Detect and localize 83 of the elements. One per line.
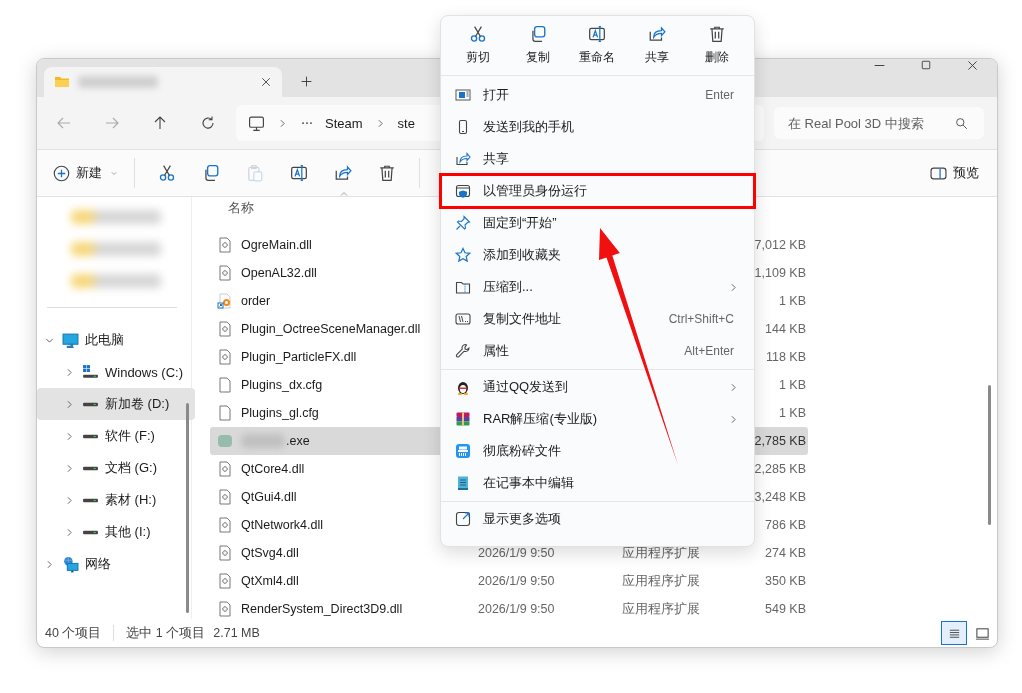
file-name: QtNetwork4.dll bbox=[241, 518, 323, 532]
file-name: OgreMain.dll bbox=[241, 238, 312, 252]
size-cell-text: 549 KB bbox=[764, 601, 807, 618]
file-name: OpenAL32.dll bbox=[241, 266, 317, 280]
quick-action-button[interactable]: 删除 bbox=[687, 16, 747, 75]
quick-action-button[interactable]: 重命名 bbox=[567, 16, 628, 75]
sidebar-item[interactable]: 文档 (G:) bbox=[37, 452, 195, 484]
menu-item[interactable]: 以管理员身份运行 bbox=[445, 175, 750, 207]
file-name-cell[interactable]: QtGui4.dll bbox=[210, 483, 440, 511]
size-cell-text: 7,012 KB bbox=[753, 237, 807, 254]
file-name-cell[interactable]: .exe bbox=[210, 427, 440, 455]
file-name: QtXml4.dll bbox=[241, 574, 299, 588]
quick-action-button[interactable]: 共享 bbox=[627, 16, 688, 75]
new-button[interactable]: 新建 bbox=[45, 158, 124, 188]
size-cell-text: 1,109 KB bbox=[753, 265, 807, 282]
sidebar-item[interactable]: 此电脑 bbox=[37, 324, 195, 356]
search-field[interactable]: 在 Real Pool 3D 中搜索 bbox=[774, 107, 984, 139]
sidebar-item[interactable]: 新加卷 (D:) bbox=[37, 388, 195, 420]
file-name-cell[interactable]: Plugins_gl.cfg bbox=[210, 399, 440, 427]
file-name: QtSvg4.dll bbox=[241, 546, 299, 560]
shortcut-text: Alt+Enter bbox=[684, 344, 734, 358]
selection-size: 2.71 MB bbox=[213, 626, 260, 640]
file-name: Plugin_OctreeSceneManager.dll bbox=[241, 322, 421, 336]
size-cell-text: 274 KB bbox=[764, 545, 807, 562]
menu-item[interactable]: 发送到我的手机 bbox=[445, 111, 750, 143]
size-cell-text: 786 KB bbox=[764, 517, 807, 534]
size-cell-text: 144 KB bbox=[764, 321, 807, 338]
date-cell-text: 2026/1/9 9:50 bbox=[478, 601, 556, 618]
file-name-cell[interactable]: RenderSystem_Direct3D9.dll bbox=[210, 595, 440, 623]
breadcrumb-item[interactable]: Steam bbox=[325, 115, 363, 131]
file-name: order bbox=[241, 294, 271, 308]
sidebar-item[interactable]: Windows (C:) bbox=[37, 356, 195, 388]
file-name-cell[interactable]: Plugin_OctreeSceneManager.dll bbox=[210, 315, 440, 343]
column-header[interactable]: 名称 bbox=[228, 199, 254, 217]
size-cell-text: 3,248 KB bbox=[753, 489, 807, 506]
date-cell-text: 2026/1/9 9:50 bbox=[478, 545, 556, 562]
file-name-cell[interactable]: OgreMain.dll bbox=[210, 231, 440, 259]
file-name: Plugins_gl.cfg bbox=[241, 406, 319, 420]
file-name-cell[interactable]: QtCore4.dll bbox=[210, 455, 440, 483]
sidebar-item[interactable]: 软件 (F:) bbox=[37, 420, 195, 452]
file-name-cell[interactable]: order bbox=[210, 287, 440, 315]
size-cell-text: 1 KB bbox=[777, 405, 807, 422]
quick-action-button[interactable]: 复制 bbox=[507, 16, 568, 75]
menu-item[interactable]: 复制文件地址 Ctrl+Shift+C bbox=[445, 303, 750, 335]
menu-item[interactable]: 显示更多选项 bbox=[445, 503, 750, 535]
file-name-cell[interactable]: QtNetwork4.dll bbox=[210, 511, 440, 539]
file-name: Plugins_dx.cfg bbox=[241, 378, 323, 392]
size-cell-text: 118 KB bbox=[764, 349, 807, 366]
file-name-cell[interactable]: QtSvg4.dll bbox=[210, 539, 440, 567]
size-cell-text: 1 KB bbox=[777, 377, 807, 394]
file-name: .exe bbox=[286, 434, 310, 448]
file-name: QtGui4.dll bbox=[241, 490, 297, 504]
menu-item[interactable]: 在记事本中编辑 bbox=[445, 467, 750, 499]
menu-item[interactable]: 固定到“开始” bbox=[445, 207, 750, 239]
menu-item[interactable]: 压缩到... bbox=[445, 271, 750, 303]
menu-item[interactable]: 共享 bbox=[445, 143, 750, 175]
file-name-cell[interactable]: Plugin_ParticleFX.dll bbox=[210, 343, 440, 371]
item-count: 40 个项目 bbox=[45, 624, 102, 642]
date-cell-text: 2026/1/9 9:50 bbox=[478, 573, 556, 590]
size-cell-text: 1 KB bbox=[777, 293, 807, 310]
file-name-cell[interactable]: QtXml4.dll bbox=[210, 567, 440, 595]
menu-item[interactable]: 添加到收藏夹 bbox=[445, 239, 750, 271]
type-cell-text: 应用程序扩展 bbox=[622, 600, 701, 618]
file-name-cell[interactable]: Plugins_dx.cfg bbox=[210, 371, 440, 399]
shortcut-text: Ctrl+Shift+C bbox=[668, 312, 734, 326]
type-cell-text: 应用程序扩展 bbox=[622, 544, 701, 562]
quick-action-button[interactable]: 剪切 bbox=[448, 16, 508, 75]
sidebar-item[interactable]: 素材 (H:) bbox=[37, 484, 195, 516]
preview-button[interactable]: 预览 bbox=[924, 158, 985, 188]
file-name: RenderSystem_Direct3D9.dll bbox=[241, 602, 403, 616]
type-cell-text: 应用程序扩展 bbox=[622, 572, 701, 590]
file-name: Plugin_ParticleFX.dll bbox=[241, 350, 357, 364]
shortcut-text: Enter bbox=[705, 88, 734, 102]
size-cell-text: 2,285 KB bbox=[753, 461, 807, 478]
size-cell-text: 350 KB bbox=[764, 573, 807, 590]
sidebar-item[interactable]: 其他 (I:) bbox=[37, 516, 195, 548]
selection-count: 选中 1 个项目 bbox=[126, 624, 206, 642]
file-name-cell[interactable]: OpenAL32.dll bbox=[210, 259, 440, 287]
menu-item[interactable]: 打开 Enter bbox=[445, 79, 750, 111]
breadcrumb-item[interactable]: ste bbox=[397, 115, 415, 131]
menu-item[interactable]: 属性 Alt+Enter bbox=[445, 335, 750, 367]
sidebar-item[interactable]: 网络 bbox=[37, 548, 195, 580]
file-name: QtCore4.dll bbox=[241, 462, 305, 476]
